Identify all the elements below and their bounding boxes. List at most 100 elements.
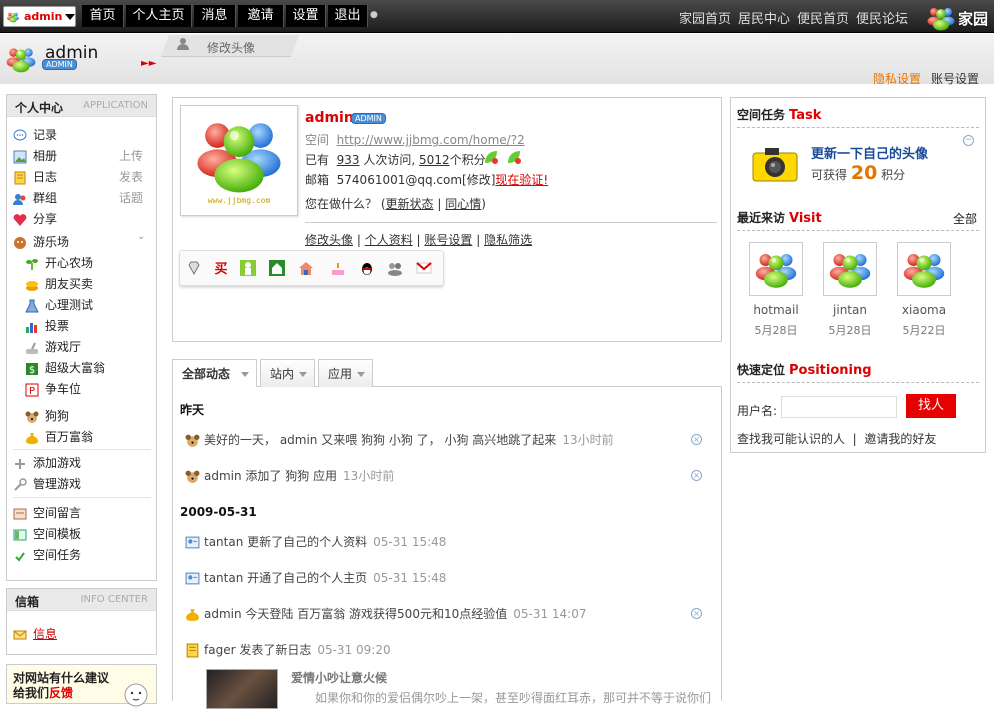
game-label: 争车位: [45, 382, 82, 396]
visitor-name[interactable]: xiaoma: [897, 303, 951, 317]
space-template-item[interactable]: 空间模板: [13, 525, 81, 542]
nav-messages[interactable]: 消息: [194, 5, 236, 27]
nav-logout[interactable]: 退出: [328, 5, 368, 27]
space-task-item[interactable]: 空间任务: [13, 546, 81, 563]
info-center-title: 信箱: [15, 595, 40, 609]
visitor-card[interactable]: xiaoma 5月22日: [897, 242, 951, 338]
close-icon[interactable]: ×: [691, 608, 702, 619]
friends-icon[interactable]: [387, 260, 403, 276]
visitor-date: 5月22日: [902, 324, 946, 337]
visitor-name[interactable]: jintan: [823, 303, 877, 317]
user-menu-button[interactable]: admin: [3, 6, 76, 27]
close-icon[interactable]: ×: [691, 470, 702, 481]
info-messages-item[interactable]: 信息: [13, 625, 57, 642]
sidebar-item-playground[interactable]: 游乐场 ⌄: [13, 231, 151, 250]
blog-title[interactable]: 爱情小吵让意火候: [291, 669, 387, 686]
account-settings-link[interactable]: 账号设置: [931, 70, 979, 87]
privacy-settings-link[interactable]: 隐私设置: [873, 70, 921, 87]
task-link[interactable]: 更新一下自己的头像: [811, 143, 928, 162]
profile-avatar[interactable]: www.jjbmg.com: [180, 105, 298, 216]
buy-icon[interactable]: 买: [213, 260, 229, 277]
sidebar-item-share[interactable]: 分享: [13, 210, 57, 227]
email-edit-link[interactable]: [修改]: [462, 173, 495, 187]
collapse-icon[interactable]: −: [963, 135, 974, 146]
link-service-home[interactable]: 便民首页: [797, 8, 849, 27]
game-arcade[interactable]: 游戏厅: [25, 338, 81, 355]
topic-link[interactable]: 话题: [119, 189, 143, 206]
username-search-input[interactable]: [781, 396, 897, 418]
game-parking[interactable]: P 争车位: [25, 380, 81, 397]
profile-info-link[interactable]: 个人资料: [365, 233, 413, 247]
link-resident-center[interactable]: 居民中心: [738, 8, 790, 27]
tab-edit-avatar[interactable]: 修改头像: [207, 39, 255, 56]
sidebar-item-groups[interactable]: 群组 话题: [13, 189, 151, 206]
points-count[interactable]: 5012: [419, 153, 450, 167]
cake-icon[interactable]: [330, 260, 346, 276]
notebook-icon: [14, 171, 26, 184]
feedback-link[interactable]: 反馈: [49, 686, 73, 700]
edit-avatar-link[interactable]: 修改头像: [305, 233, 353, 247]
publish-link[interactable]: 发表: [119, 168, 143, 185]
diamond-icon[interactable]: [186, 260, 202, 276]
sidebar-item-blog[interactable]: 日志 发表: [13, 168, 151, 185]
wrench-icon: [14, 477, 27, 491]
update-status-link[interactable]: 更新状态: [386, 197, 434, 211]
game-happy-farm[interactable]: 开心农场: [25, 254, 93, 271]
invite-friends-link[interactable]: 邀请我的好友: [864, 432, 936, 446]
visits-count[interactable]: 933: [337, 153, 360, 167]
close-icon[interactable]: ×: [691, 434, 702, 445]
tab-all-activity[interactable]: 全部动态: [172, 359, 257, 389]
nav-settings[interactable]: 设置: [286, 5, 326, 27]
visitor-name[interactable]: hotmail: [749, 303, 803, 317]
find-people-button[interactable]: 找人: [906, 394, 956, 418]
tab-label: 全部动态: [182, 367, 231, 381]
brand-logo-icon[interactable]: [924, 5, 958, 31]
gmail-icon[interactable]: [416, 260, 432, 276]
account-settings-profile-link[interactable]: 账号设置: [424, 233, 472, 247]
chevron-down-icon: [299, 372, 307, 377]
game-dog[interactable]: 狗狗: [25, 407, 69, 424]
double-arrow-icon[interactable]: ►►: [141, 58, 156, 69]
feedback-box[interactable]: 对网站有什么建议 给我们反馈: [6, 664, 157, 707]
home-icon[interactable]: [298, 260, 314, 276]
visitor-card[interactable]: hotmail 5月28日: [749, 242, 803, 338]
nav-invite[interactable]: 邀请: [238, 5, 284, 27]
nav-home[interactable]: 首页: [82, 5, 124, 27]
person-icon[interactable]: [240, 260, 256, 276]
expand-chevron-icon[interactable]: ⌄: [137, 231, 145, 242]
visitor-avatar[interactable]: [749, 242, 803, 296]
game-vote[interactable]: 投票: [25, 317, 69, 334]
nav-my-page[interactable]: 个人主页: [126, 5, 192, 27]
add-game-item[interactable]: 添加游戏: [13, 454, 81, 471]
game-label: 百万富翁: [45, 430, 94, 444]
visitor-avatar[interactable]: [823, 242, 877, 296]
visitor-card[interactable]: jintan 5月28日: [823, 242, 877, 338]
game-monopoly[interactable]: $ 超级大富翁: [25, 359, 105, 376]
username-label: 用户名:: [737, 404, 778, 418]
sidebar-item-album[interactable]: 相册 上传: [13, 147, 151, 164]
visitor-avatar[interactable]: [897, 242, 951, 296]
link-service-forum[interactable]: 便民论坛: [856, 8, 908, 27]
space-guestbook-item[interactable]: 空间留言: [13, 504, 81, 521]
upload-link[interactable]: 上传: [119, 147, 143, 164]
game-psych-test[interactable]: 心理测试: [25, 296, 93, 313]
tab-apps[interactable]: 应用: [318, 359, 373, 387]
qq-icon[interactable]: [359, 260, 375, 276]
divider: [737, 382, 979, 383]
position-title-en: Positioning: [789, 363, 872, 378]
house-icon[interactable]: [269, 260, 285, 276]
visit-all-link[interactable]: 全部: [953, 210, 977, 227]
tab-site[interactable]: 站内: [260, 359, 315, 387]
sidebar-item-records[interactable]: 记录: [13, 126, 57, 143]
mood-link[interactable]: 同心情: [445, 197, 481, 211]
email-verify-link[interactable]: 现在验证!: [495, 173, 548, 187]
link-community-home[interactable]: 家园首页: [679, 8, 731, 27]
game-millionaire[interactable]: 百万富翁: [25, 428, 93, 445]
privacy-filter-link[interactable]: 隐私筛选: [484, 233, 532, 247]
find-known-people-link[interactable]: 查找我可能认识的人: [737, 432, 845, 446]
feed-item-time: 13小时前: [562, 433, 614, 447]
blog-thumbnail[interactable]: [206, 669, 278, 709]
profile-site-link[interactable]: http://www.jjbmg.com/home/?2: [337, 133, 525, 147]
manage-game-item[interactable]: 管理游戏: [13, 475, 81, 492]
game-friend-trade[interactable]: 朋友买卖: [25, 275, 93, 292]
